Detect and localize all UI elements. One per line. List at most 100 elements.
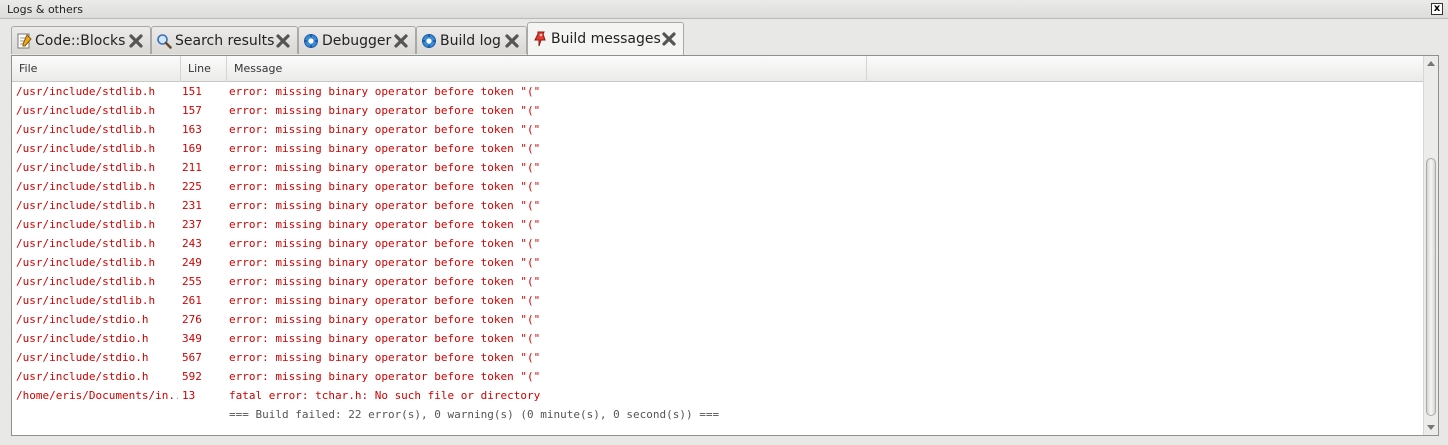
- cell-message: error: missing binary operator before to…: [229, 370, 541, 383]
- cell-file: /usr/include/stdlib.h: [16, 142, 156, 155]
- cell-file: /usr/include/stdio.h: [16, 351, 149, 364]
- cell-file: /usr/include/stdlib.h: [16, 123, 156, 136]
- cell-line: 243: [182, 237, 202, 250]
- panel-header: Logs & others x: [0, 0, 1448, 19]
- table-row[interactable]: /usr/include/stdlib.h 255 error: missing b…: [12, 273, 1424, 292]
- table-row[interactable]: /home/eris/Documents/in... 13 fatal error:…: [12, 387, 1424, 406]
- cell-line: 231: [182, 199, 202, 212]
- cell-message: error: missing binary operator before to…: [229, 85, 541, 98]
- scroll-down-arrow-icon[interactable]: [1427, 425, 1435, 430]
- scroll-up-arrow-icon[interactable]: [1427, 61, 1435, 66]
- table-row[interactable]: /usr/include/stdlib.h 243 error: missing b…: [12, 235, 1424, 254]
- close-icon[interactable]: [661, 31, 677, 47]
- cell-line: 592: [182, 370, 202, 383]
- cell-message: error: missing binary operator before to…: [229, 104, 541, 117]
- cell-line: 13: [182, 389, 196, 402]
- close-icon[interactable]: [275, 33, 291, 49]
- note-icon: [16, 33, 32, 49]
- cell-file: /usr/include/stdio.h: [16, 332, 149, 345]
- tab-label: Build messages: [551, 31, 661, 47]
- cell-message: error: missing binary operator before to…: [229, 180, 541, 193]
- table-row[interactable]: /usr/include/stdlib.h 211 error: missing b…: [12, 159, 1424, 178]
- magnifier-icon: [156, 33, 172, 49]
- cell-message: error: missing binary operator before to…: [229, 123, 541, 136]
- cell-line: 249: [182, 256, 202, 269]
- close-icon[interactable]: [128, 33, 144, 49]
- cell-message: error: missing binary operator before to…: [229, 351, 541, 364]
- cell-file: /usr/include/stdlib.h: [16, 237, 156, 250]
- close-icon[interactable]: [504, 33, 520, 49]
- cell-file: /usr/include/stdlib.h: [16, 161, 156, 174]
- scrollbar-thumb[interactable]: [1426, 158, 1436, 416]
- tab-codeblocks[interactable]: Code::Blocks: [11, 26, 151, 54]
- cell-message: error: missing binary operator before to…: [229, 294, 541, 307]
- tab-search-results[interactable]: Search results: [151, 26, 298, 54]
- cell-line: 276: [182, 313, 202, 326]
- list-header: File Line Message: [12, 56, 1424, 82]
- cell-message: error: missing binary operator before to…: [229, 256, 541, 269]
- table-row[interactable]: /usr/include/stdio.h 276 error: missing bi…: [12, 311, 1424, 330]
- tab-debugger[interactable]: Debugger: [298, 26, 416, 54]
- close-icon[interactable]: [393, 33, 409, 49]
- column-header-filler: [867, 56, 1424, 82]
- tab-label: Debugger: [322, 32, 392, 49]
- cog-icon: [303, 33, 319, 49]
- table-row[interactable]: /usr/include/stdlib.h 237 error: missing b…: [12, 216, 1424, 235]
- table-row[interactable]: /usr/include/stdlib.h 169 error: missing b…: [12, 140, 1424, 159]
- table-row[interactable]: /usr/include/stdlib.h 261 error: missing b…: [12, 292, 1424, 311]
- tab-build-log[interactable]: Build log: [416, 26, 527, 54]
- cell-message: error: missing binary operator before to…: [229, 199, 541, 212]
- cell-line: 255: [182, 275, 202, 288]
- table-row[interactable]: /usr/include/stdio.h 349 error: missing bi…: [12, 330, 1424, 349]
- table-row[interactable]: /usr/include/stdio.h 567 error: missing bi…: [12, 349, 1424, 368]
- cell-message: error: missing binary operator before to…: [229, 313, 541, 326]
- cog-icon: [421, 33, 437, 49]
- column-header-line[interactable]: Line: [181, 56, 227, 82]
- cell-file: /usr/include/stdlib.h: [16, 294, 156, 307]
- cell-line: 225: [182, 180, 202, 193]
- table-row[interactable]: /usr/include/stdlib.h 151 error: missing b…: [12, 83, 1424, 102]
- table-row[interactable]: /usr/include/stdlib.h 225 error: missing b…: [12, 178, 1424, 197]
- column-header-file[interactable]: File: [12, 56, 181, 82]
- table-row[interactable]: /usr/include/stdlib.h 249 error: missing b…: [12, 254, 1424, 273]
- tab-label: Code::Blocks: [35, 32, 126, 49]
- build-summary-row[interactable]: === Build failed: 22 error(s), 0 warning…: [12, 406, 1424, 425]
- cell-line: 349: [182, 332, 202, 345]
- table-row[interactable]: /usr/include/stdlib.h 231 error: missing b…: [12, 197, 1424, 216]
- cell-file: /usr/include/stdio.h: [16, 370, 149, 383]
- cell-line: 567: [182, 351, 202, 364]
- cell-line: 211: [182, 161, 202, 174]
- cell-file: /usr/include/stdlib.h: [16, 256, 156, 269]
- cell-message: error: missing binary operator before to…: [229, 218, 541, 231]
- cell-file: /usr/include/stdlib.h: [16, 218, 156, 231]
- tab-bar: Code::Blocks Search results Debugger Bui…: [0, 20, 1448, 55]
- column-header-message[interactable]: Message: [227, 56, 867, 82]
- panel-close-button[interactable]: x: [1431, 3, 1443, 15]
- tab-build-messages[interactable]: Build messages: [527, 22, 684, 55]
- cell-file: /usr/include/stdlib.h: [16, 104, 156, 117]
- cell-file: /usr/include/stdlib.h: [16, 85, 156, 98]
- cell-file: /usr/include/stdlib.h: [16, 199, 156, 212]
- cell-file: /usr/include/stdlib.h: [16, 180, 156, 193]
- tab-label: Search results: [175, 32, 275, 49]
- cell-message: error: missing binary operator before to…: [229, 275, 541, 288]
- cell-message: error: missing binary operator before to…: [229, 332, 541, 345]
- cell-file: /usr/include/stdio.h: [16, 313, 149, 326]
- tab-label: Build log: [440, 32, 501, 49]
- build-messages-list: File Line Message /usr/include/stdlib.h 1…: [11, 55, 1439, 436]
- vertical-scrollbar[interactable]: [1423, 56, 1438, 435]
- cell-message: error: missing binary operator before to…: [229, 142, 541, 155]
- cell-file: /usr/include/stdlib.h: [16, 275, 156, 288]
- panel-title: Logs & others: [7, 3, 83, 16]
- cell-message: error: missing binary operator before to…: [229, 161, 541, 174]
- table-row[interactable]: /usr/include/stdlib.h 157 error: missing b…: [12, 102, 1424, 121]
- pin-icon: [532, 31, 548, 47]
- table-row[interactable]: /usr/include/stdlib.h 163 error: missing b…: [12, 121, 1424, 140]
- cell-message: fatal error: tchar.h: No such file or di…: [229, 389, 541, 402]
- cell-line: 163: [182, 123, 202, 136]
- cell-line: 157: [182, 104, 202, 117]
- build-summary-text: === Build failed: 22 error(s), 0 warning…: [229, 408, 720, 421]
- table-row[interactable]: /usr/include/stdio.h 592 error: missing bi…: [12, 368, 1424, 387]
- cell-message: error: missing binary operator before to…: [229, 237, 541, 250]
- cell-line: 261: [182, 294, 202, 307]
